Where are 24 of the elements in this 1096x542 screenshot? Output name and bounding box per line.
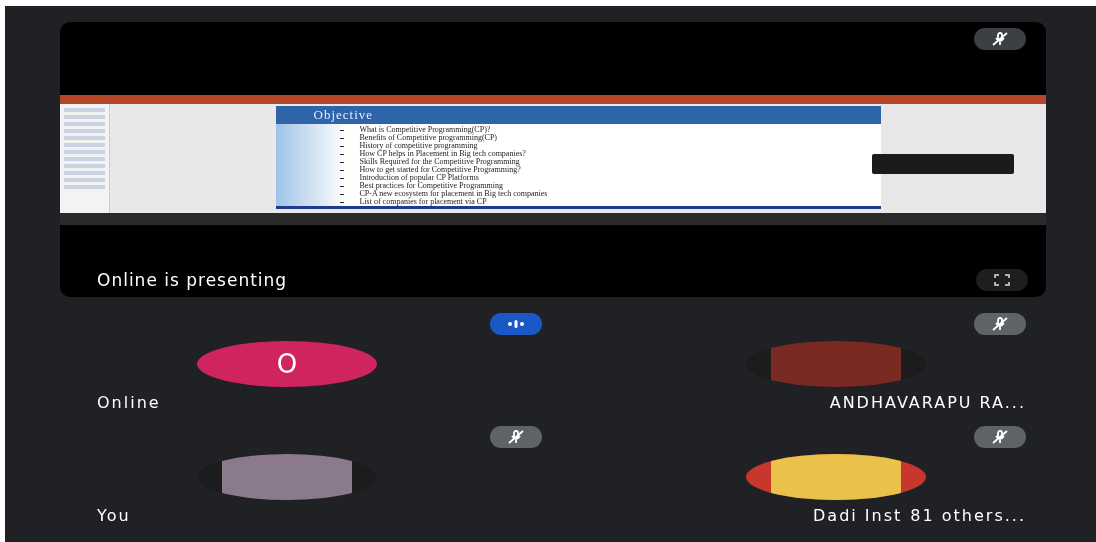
slide-title: Objective (275, 106, 881, 124)
slide-bullet: How CP helps in Placement in Big tech companies? (339, 150, 548, 158)
slide-bullet: CP-A new ecosystem for placement in Big tech companies (339, 190, 548, 198)
slide-bullet: Best practices for Competitive Programming (339, 182, 548, 190)
slide-bullet: List of companies for placement via CP (339, 198, 548, 206)
muted-mic-icon (991, 32, 1009, 46)
slide-bullet: Benefits of Competitive programming(CP) (339, 134, 548, 142)
participant-name: Dadi Inst (813, 506, 903, 525)
slide-bullet: History of competitive programming (339, 142, 548, 150)
slide-bullet: How to get started for Competitive Programming? (339, 166, 548, 174)
muted-mic-icon (506, 430, 525, 444)
fullscreen-icon (994, 274, 1010, 286)
participant-name: ANDHAVARAPU RA... (829, 393, 1026, 412)
fullscreen-button[interactable] (976, 269, 1028, 291)
presenting-caption: Online is presenting (97, 270, 288, 290)
muted-mic-icon (991, 430, 1009, 444)
participant-name: Online (97, 393, 161, 412)
muted-mic-icon (991, 317, 1009, 331)
slide-bullet: What is Competitive Programming(CP)? (339, 126, 548, 134)
slide-bullet: Introduction of popular CP Platforms (339, 174, 548, 182)
slide-bullet: Skills Required for the Competitive Programming (339, 158, 548, 166)
others-count: 81 others... (910, 506, 1026, 525)
letter-avatar: O (197, 341, 377, 387)
participant-name: You (97, 506, 131, 525)
